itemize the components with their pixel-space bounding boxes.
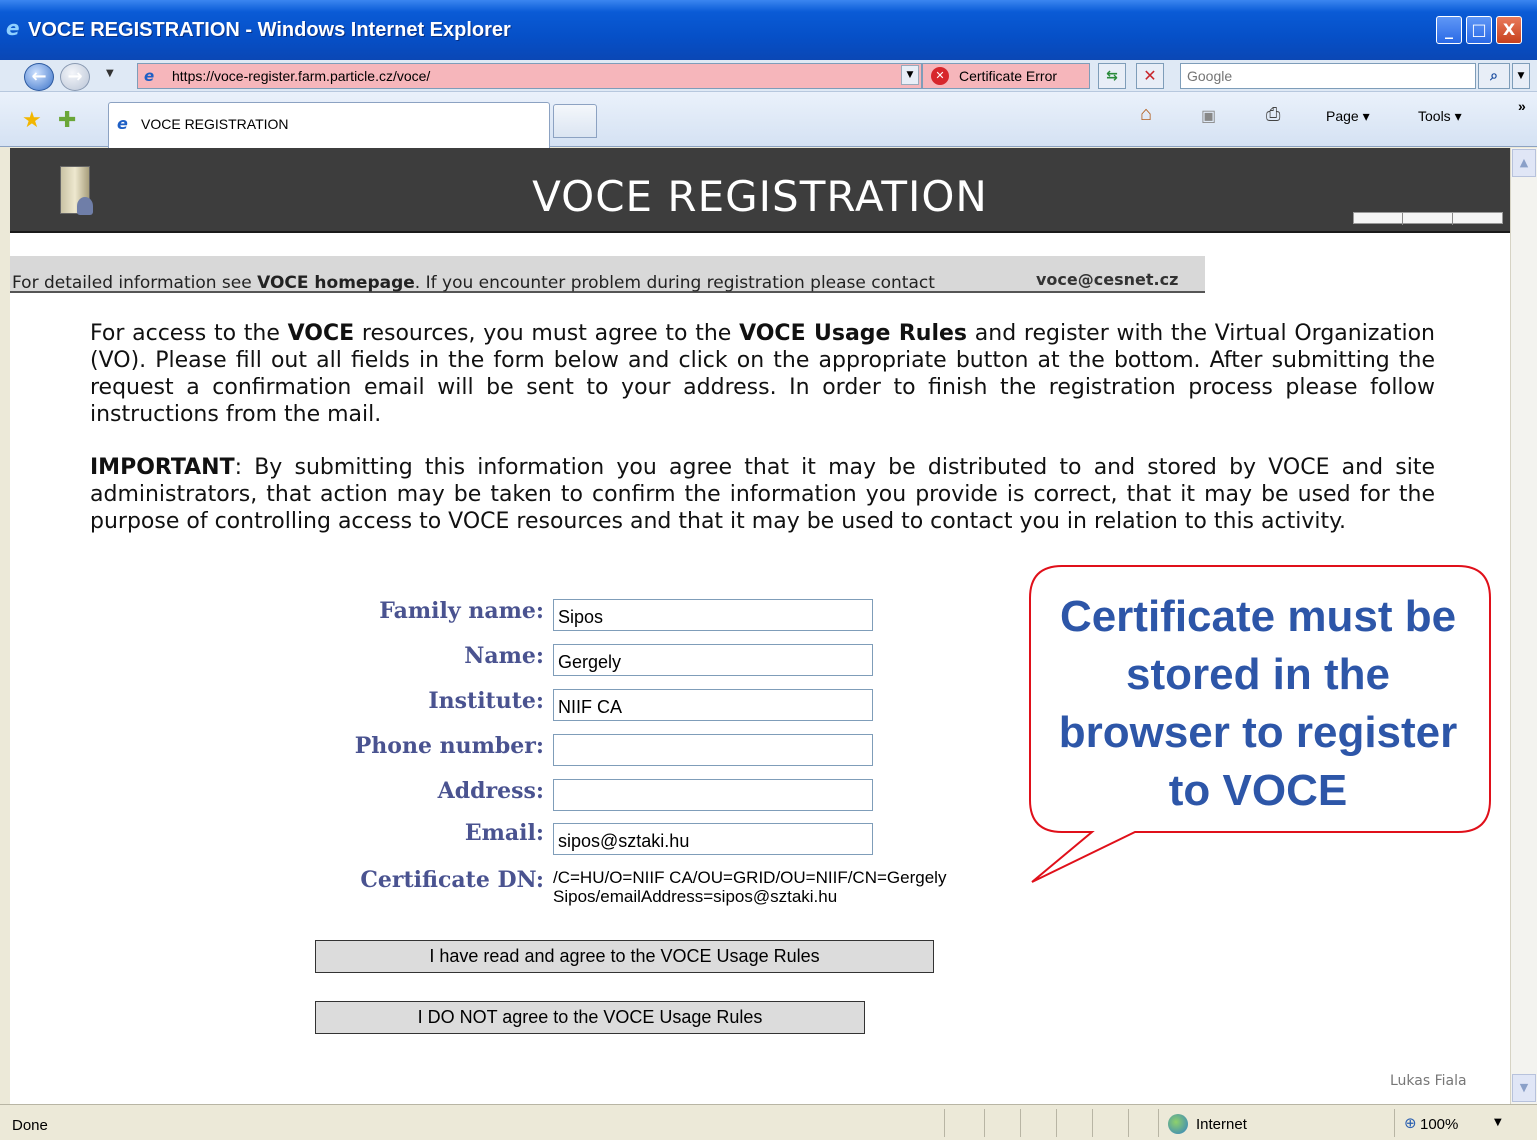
info-bar: For detailed information see VOCE homepa… [10,256,1205,293]
zoom-dropdown-icon[interactable]: ▼ [1494,1117,1502,1128]
stop-button[interactable]: ✕ [1136,63,1164,89]
phone-number-field[interactable] [553,734,873,766]
agree-button[interactable]: I have read and agree to the VOCE Usage … [315,940,934,973]
certificate-error-button[interactable]: ✕ Certificate Error [922,63,1090,89]
scroll-up-arrow-icon[interactable]: ▲ [1512,149,1536,177]
address-url[interactable]: https://voce-register.farm.particle.cz/v… [172,68,430,84]
address-label: Address: [437,778,544,804]
feeds-icon[interactable]: ▣ [1201,106,1216,126]
name-field[interactable] [553,644,873,676]
email-label: Email: [464,820,544,846]
print-icon[interactable]: ⎙ [1266,104,1280,125]
window-title: VOCE REGISTRATION - Windows Internet Exp… [28,19,511,41]
page-icon: e [144,67,155,85]
name-label: Name: [464,643,544,669]
certificate-dn-value: /C=HU/O=NIIF CA/OU=GRID/OU=NIIF/CN=Gerge… [553,868,947,906]
certificate-error-label: Certificate Error [959,68,1058,84]
tab-ie-icon: e [117,114,128,133]
disagree-button[interactable]: I DO NOT agree to the VOCE Usage Rules [315,1001,865,1034]
internet-zone-icon [1168,1114,1188,1134]
family-name-field[interactable] [553,599,873,631]
zoom-icon[interactable]: ⊕ [1404,1114,1417,1132]
page-header: VOCE REGISTRATION [10,148,1510,233]
important-paragraph: IMPORTANT: By submitting this informatio… [90,455,1435,534]
zone-label: Internet [1196,1116,1247,1133]
address-toolbar: ← → ▼ e https://voce-register.farm.parti… [0,60,1537,92]
browser-window: e VOCE REGISTRATION - Windows Internet E… [0,0,1537,1140]
new-tab-button[interactable] [553,104,597,138]
add-favorites-icon[interactable]: ✚ [58,108,76,133]
title-bar: e VOCE REGISTRATION - Windows Internet E… [0,0,1537,60]
close-button[interactable]: X [1496,16,1522,44]
maximize-button[interactable]: □ [1466,16,1492,44]
tab-voce-registration[interactable]: e VOCE REGISTRATION [108,102,550,148]
search-box[interactable] [1180,63,1476,89]
page-menu[interactable]: Page ▾ [1326,108,1370,125]
refresh-button[interactable]: ⇆ [1098,63,1126,89]
email-field[interactable] [553,823,873,855]
contact-email-link[interactable]: voce@cesnet.cz [1036,270,1178,289]
ie-logo-icon: e [6,16,20,40]
family-name-label: Family name: [379,598,544,624]
search-icon[interactable]: ⌕ [1478,63,1510,89]
tab-label: VOCE REGISTRATION [141,116,289,132]
institute-label: Institute: [428,688,544,714]
callout-text: Certificate must be stored in the browse… [1058,592,1458,815]
favorites-star-icon[interactable]: ★ [22,108,42,133]
tools-menu[interactable]: Tools ▾ [1418,108,1462,125]
institute-field[interactable] [553,689,873,721]
zoom-level[interactable]: 100% [1420,1116,1458,1133]
voce-homepage-link[interactable]: VOCE homepage [257,273,415,293]
home-icon[interactable]: ⌂ [1140,103,1152,126]
more-commands-chevron[interactable]: » [1518,98,1526,114]
error-shield-icon: ✕ [931,67,949,85]
vertical-scrollbar[interactable]: ▲ ▼ [1510,148,1537,1104]
minimize-button[interactable]: _ [1436,16,1462,44]
author-credit: Lukas Fiala [1390,1073,1467,1089]
tab-bar: ★ ✚ e VOCE REGISTRATION ⌂ ▣ ⎙ Page ▾ Too… [0,92,1537,148]
info-text: For detailed information see VOCE homepa… [12,273,935,293]
usage-rules-link[interactable]: VOCE Usage Rules [739,321,967,346]
status-text: Done [12,1117,48,1134]
status-bar: Done Internet ⊕ 100% ▼ [0,1104,1537,1140]
certificate-dn-label: Certificate DN: [360,867,544,893]
back-button[interactable]: ← [24,63,54,91]
address-field[interactable]: e https://voce-register.farm.particle.cz… [137,63,922,89]
recent-pages-dropdown-icon[interactable]: ▼ [106,68,114,79]
forward-button[interactable]: → [60,63,90,91]
search-input[interactable] [1187,65,1467,87]
search-options-dropdown-icon[interactable]: ▼ [1512,63,1530,89]
intro-paragraph: For access to the VOCE resources, you mu… [90,321,1435,427]
page-title: VOCE REGISTRATION [532,172,988,221]
scroll-down-arrow-icon[interactable]: ▼ [1512,1074,1536,1102]
address-dropdown-icon[interactable]: ▼ [901,65,919,85]
address-input-field[interactable] [553,779,873,811]
header-tab-strip [1353,212,1503,225]
phone-number-label: Phone number: [354,733,544,759]
